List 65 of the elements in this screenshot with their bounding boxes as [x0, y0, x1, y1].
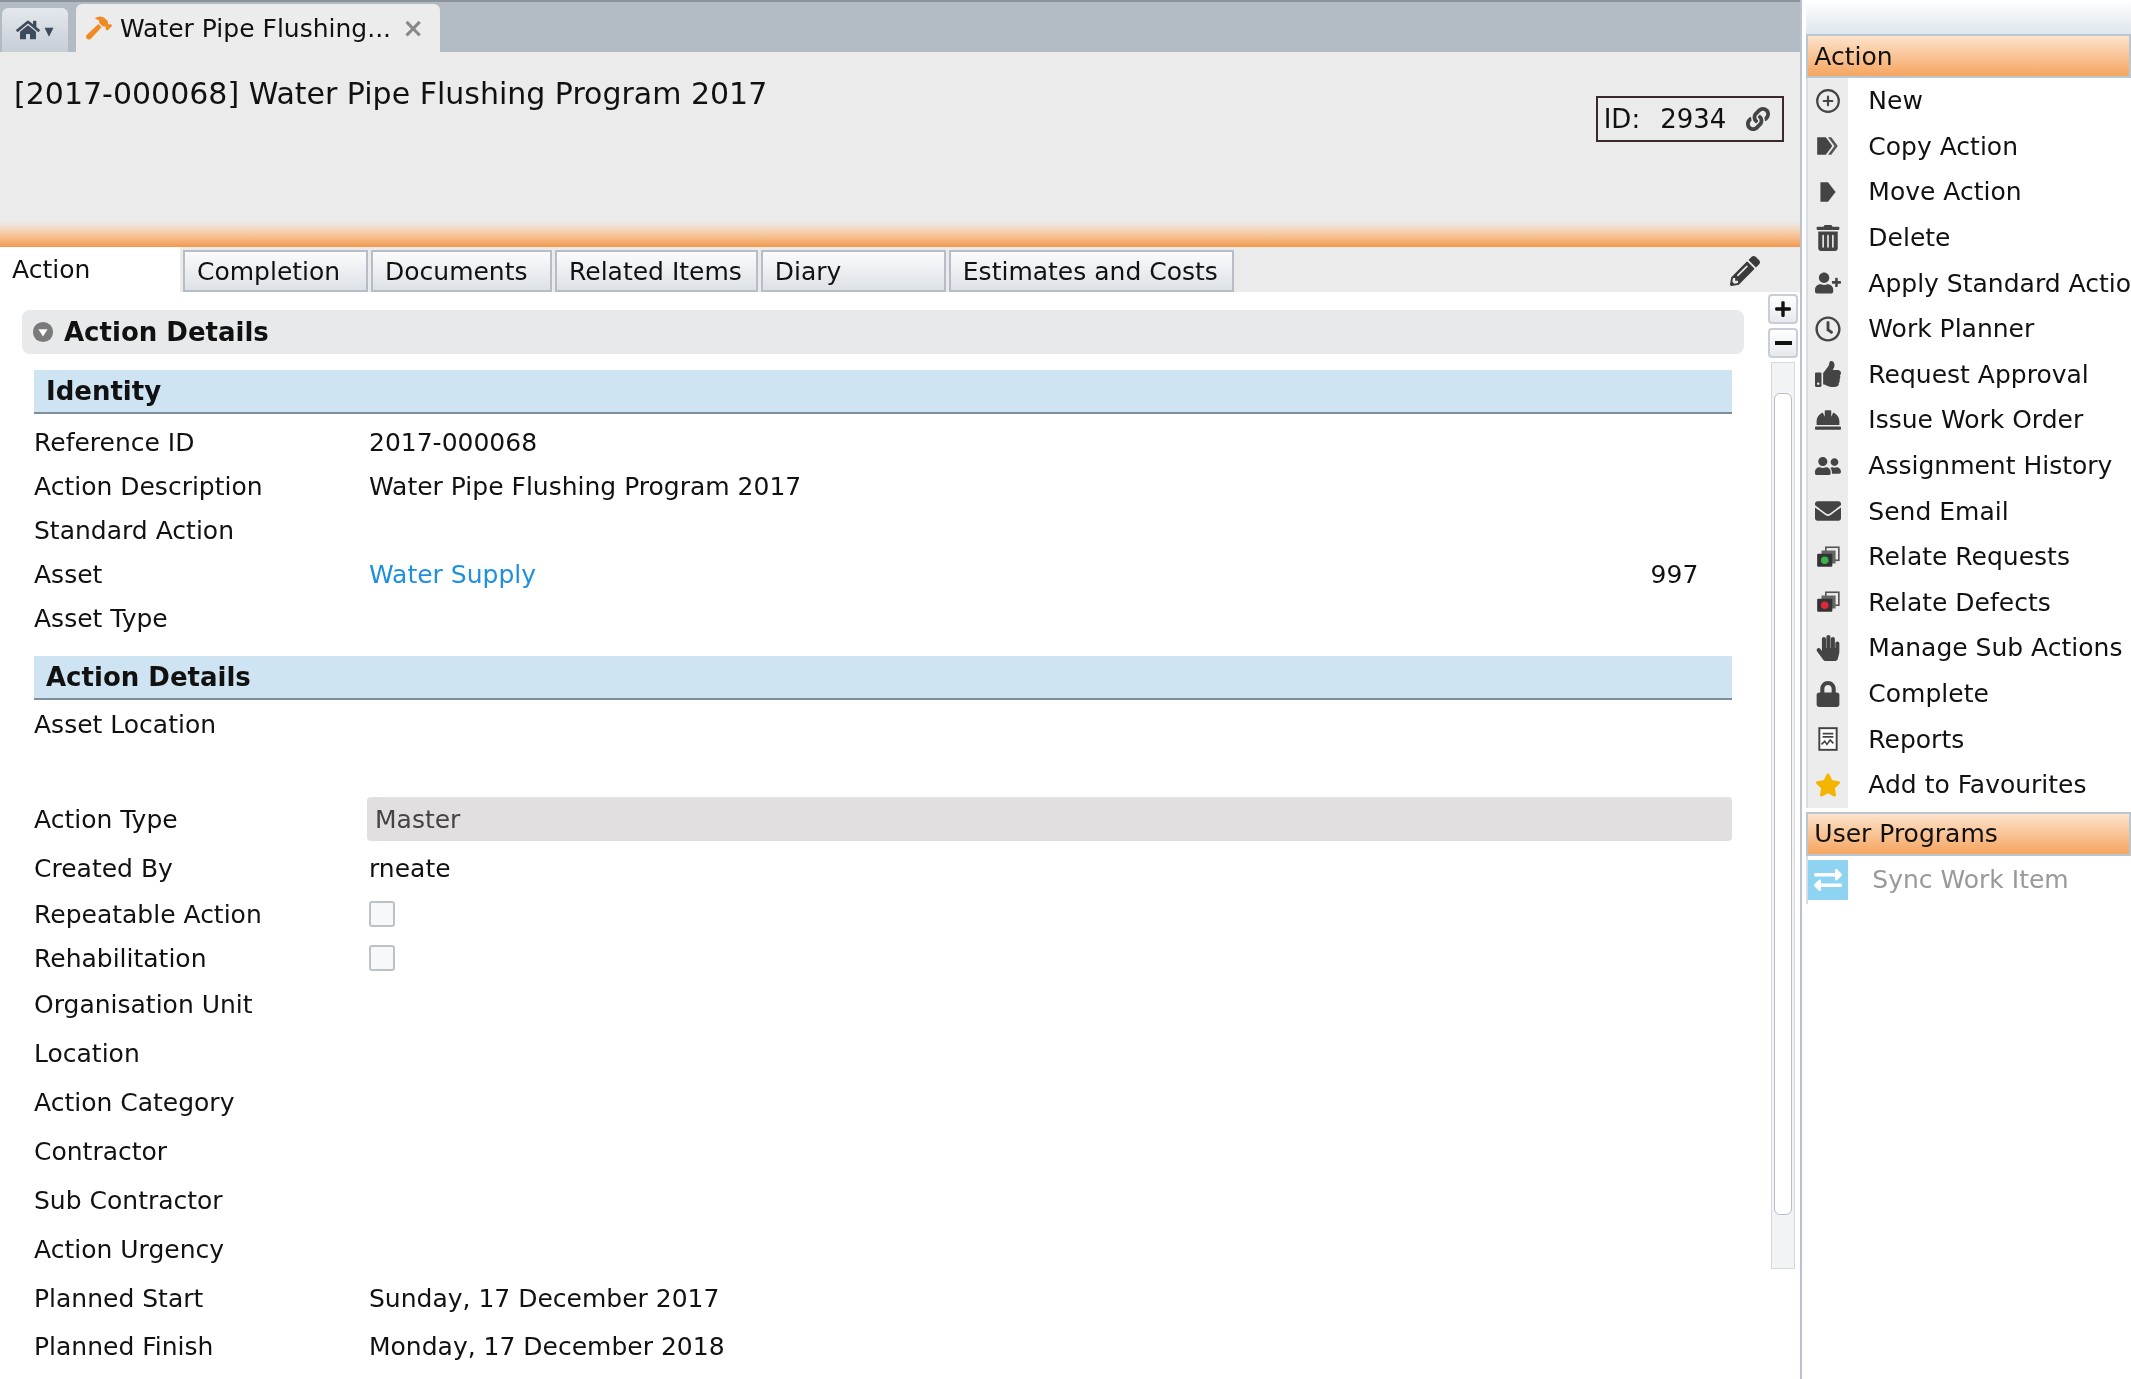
field-label: Action Category: [34, 1088, 236, 1117]
field-label: Action Type: [34, 804, 179, 834]
field-label: Reference ID: [34, 427, 196, 457]
panel-header[interactable]: Action: [1806, 34, 2131, 78]
star-icon: [1815, 771, 1842, 798]
minus-icon: [1774, 341, 1792, 345]
field-value: 2017-000068: [369, 427, 539, 457]
thumbs-up-icon: [1815, 361, 1842, 388]
home-icon: [16, 18, 41, 42]
clock-icon: [1815, 315, 1842, 342]
field-label: Repeatable Action: [34, 899, 263, 929]
field-label: Planned Start: [34, 1283, 205, 1313]
menu-item[interactable]: Apply Standard Actio: [1808, 260, 2131, 306]
panel-header[interactable]: User Programs: [1806, 811, 2131, 856]
tab-title: Water Pipe Flushing...: [120, 13, 393, 43]
field-label: Contractor: [34, 1137, 169, 1166]
id-label: ID:: [1603, 104, 1641, 134]
field-label: Organisation Unit: [34, 990, 254, 1019]
lock-icon: [1815, 680, 1842, 707]
section-header[interactable]: Action Details: [22, 310, 1745, 354]
field-label: Created By: [34, 853, 174, 883]
pencil-icon[interactable]: [1730, 256, 1761, 286]
tab[interactable]: Diary: [760, 250, 946, 292]
scrollbar[interactable]: [1771, 362, 1796, 1269]
group-header: Action Details: [34, 656, 1733, 700]
field-label: Rehabilitation: [34, 943, 208, 973]
field-label: Planned Finish: [34, 1331, 215, 1361]
zoom-out-button[interactable]: [1768, 328, 1799, 358]
tab[interactable]: Action: [0, 247, 180, 292]
field-value: Sunday, 17 December 2017: [369, 1283, 721, 1313]
record-title: [2017-000068] Water Pipe Flushing Program 2017: [14, 76, 768, 111]
field-value: rneate: [369, 853, 452, 883]
field-label: Action Description: [34, 471, 264, 501]
trash-icon: [1815, 224, 1842, 251]
group-header: Identity: [34, 370, 1733, 414]
hammer-icon: [86, 15, 112, 41]
home-tab[interactable]: ▾: [2, 8, 68, 52]
tab[interactable]: Estimates and Costs: [948, 250, 1234, 292]
field-label: Action Urgency: [34, 1235, 225, 1264]
field-label: Asset: [34, 559, 104, 589]
checkbox[interactable]: [369, 945, 395, 971]
field-value: Water Pipe Flushing Program 2017: [369, 471, 803, 501]
swap-arrows-icon: [1808, 859, 1849, 900]
field-label: Location: [34, 1039, 141, 1068]
zoom-in-button[interactable]: [1768, 294, 1799, 324]
field-label: Sub Contractor: [34, 1186, 224, 1215]
action-type-field[interactable]: Master: [367, 797, 1733, 841]
checkbox[interactable]: [369, 901, 395, 927]
plus-icon: [1774, 300, 1793, 318]
plus-circle-icon: [1815, 87, 1842, 114]
tab[interactable]: Documents: [371, 250, 552, 292]
hand-icon: [1815, 634, 1842, 661]
cards-icon: [1815, 543, 1842, 570]
section-title: Action Details: [64, 317, 269, 347]
document-tab[interactable]: Water Pipe Flushing... ×: [76, 4, 440, 52]
field-label: Asset Location: [34, 710, 218, 739]
asset-number: 997: [1650, 559, 1699, 589]
tab[interactable]: Related Items: [555, 250, 758, 292]
id-value: 2934: [1660, 104, 1727, 134]
field-value: Monday, 17 December 2018: [369, 1331, 726, 1361]
field-label: Asset Type: [34, 603, 169, 633]
link-icon[interactable]: [1746, 107, 1771, 131]
collapse-icon[interactable]: [32, 321, 54, 343]
tab[interactable]: Completion: [183, 250, 368, 292]
field-label: Standard Action: [34, 515, 235, 545]
